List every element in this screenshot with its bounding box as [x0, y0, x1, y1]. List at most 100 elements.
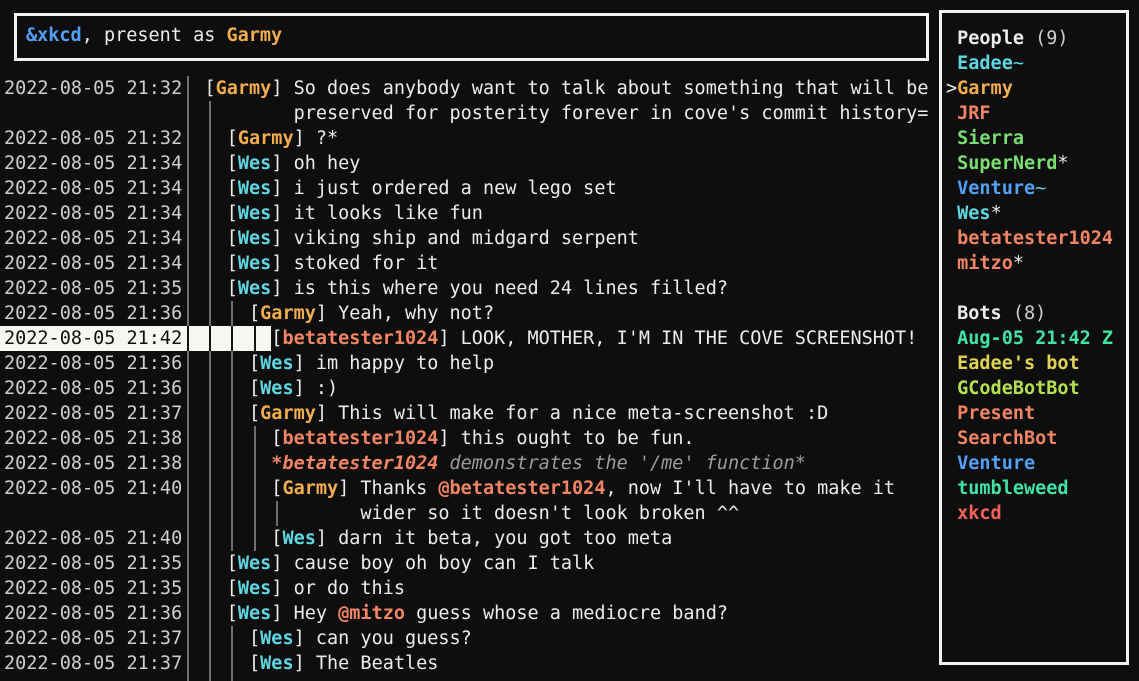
roster-name: Garmy — [957, 78, 1013, 99]
chat-row[interactable]: 2022-08-05 21:34 [Wes] stoked for it — [0, 251, 939, 276]
message-text: i just ordered a new lego set — [294, 178, 617, 199]
roster-item-mitzo[interactable]: mitzo* — [946, 251, 1126, 276]
chat-row[interactable]: 2022-08-05 21:37[Wes] The Beatles — [0, 651, 939, 676]
timestamp: 2022-08-05 21:36 — [4, 601, 182, 626]
nick-text: Wes — [238, 578, 271, 599]
timestamp: 2022-08-05 21:37 — [4, 651, 182, 676]
chat-message: [Wes] viking ship and midgard serpent — [227, 226, 639, 251]
chat-row[interactable]: 2022-08-05 21:37 [Garmy] This will make f… — [0, 401, 939, 426]
roster-name: tumbleweed — [957, 478, 1068, 499]
message-text: viking ship and midgard serpent — [294, 228, 639, 249]
nick-text: Garmy — [260, 403, 316, 424]
chat-row[interactable]: 2022-08-05 21:32[Garmy] So does anybody … — [0, 76, 939, 101]
chat-row[interactable]: 2022-08-05 21:37[Wes] can you guess? — [0, 626, 939, 651]
chat-message: [Wes] stoked for it — [227, 251, 439, 276]
chat-message: [Garmy] This will make for a nice meta-s… — [249, 401, 828, 426]
message-text: ] — [294, 353, 316, 374]
chat-row[interactable]: 2022-08-05 21:36[Wes] im happy to help — [0, 351, 939, 376]
roster-item-betatester1024[interactable]: betatester1024 — [946, 226, 1126, 251]
message-text: ] — [271, 278, 293, 299]
chat-row[interactable]: 2022-08-05 21:34[Wes] oh hey — [0, 151, 939, 176]
chat-row[interactable]: 2022-08-05 21:40[Wes] darn it beta, you … — [0, 526, 939, 551]
timestamp: 2022-08-05 21:37 — [4, 401, 182, 426]
chat-row[interactable]: 2022-08-05 21:36[Wes] Hey @mitzo guess w… — [0, 601, 939, 626]
message-text: preserved for posterity forever in cove'… — [294, 103, 929, 124]
roster-item-xkcd[interactable]: xkcd — [946, 501, 1126, 526]
timestamp: 2022-08-05 21:34 — [4, 251, 182, 276]
message-text: This will make for a nice meta-screensho… — [338, 403, 828, 424]
people-section-header: People (9) — [946, 26, 1126, 51]
indent-space — [946, 103, 957, 124]
message-text: [ — [227, 278, 238, 299]
chat-log: 2022-08-05 21:32[Garmy] So does anybody … — [0, 0, 939, 681]
nick-text: Wes — [282, 528, 315, 549]
message-text: LOOK, MOTHER, I'M IN THE COVE SCREENSHOT… — [461, 328, 918, 349]
roster-item-gcodebotbot[interactable]: GCodeBotBot — [946, 376, 1126, 401]
chat-row[interactable]: 2022-08-05 21:34[Wes] viking ship and mi… — [0, 226, 939, 251]
roster-item-venture[interactable]: Venture — [946, 451, 1126, 476]
chat-row[interactable]: 2022-08-05 21:40 [Garmy] Thanks @betatest… — [0, 476, 939, 501]
message-text: is this where you need 24 lines filled? — [294, 278, 728, 299]
roster-item-jrf[interactable]: JRF — [946, 101, 1126, 126]
roster-item-venture[interactable]: Venture~ — [946, 176, 1126, 201]
timestamp: 2022-08-05 21:40 — [4, 476, 182, 501]
timestamp: 2022-08-05 21:35 — [4, 576, 182, 601]
roster-item-aug-05-21-42-z[interactable]: Aug-05 21:42 Z — [946, 326, 1126, 351]
indent-space — [946, 453, 957, 474]
chat-row[interactable]: 2022-08-05 21:36[Garmy] Yeah, why not? — [0, 301, 939, 326]
bots-count — [1002, 303, 1013, 324]
nick-text: Wes — [238, 153, 271, 174]
timestamp: 2022-08-05 21:38 — [4, 426, 182, 451]
roster-name: SuperNerd — [957, 153, 1057, 174]
roster-item-garmy[interactable]: >Garmy — [946, 76, 1126, 101]
chat-row[interactable]: 2022-08-05 21:32[Garmy] ?* — [0, 126, 939, 151]
chat-row[interactable]: 2022-08-05 21:34[Wes] it looks like fun — [0, 201, 939, 226]
roster-item-present[interactable]: Present — [946, 401, 1126, 426]
chat-row[interactable]: 2022-08-05 21:36[Wes] :) — [0, 376, 939, 401]
channel-header-line: &xkcd, present as Garmy — [26, 23, 282, 48]
message-text: [ — [227, 553, 238, 574]
nick-text: Garmy — [282, 478, 338, 499]
indent-space — [946, 153, 957, 174]
roster-item-eadee-s-bot[interactable]: Eadee's bot — [946, 351, 1126, 376]
nick-text: Wes — [238, 603, 271, 624]
roster-status-suffix: ~ — [1013, 53, 1024, 74]
roster-item-searchbot[interactable]: SearchBot — [946, 426, 1126, 451]
timestamp: 2022-08-05 21:35 — [4, 551, 182, 576]
chat-message: wider so it doesn't look broken ^^ — [360, 501, 739, 526]
roster-name: Aug-05 21:42 Z — [957, 328, 1113, 349]
chat-row[interactable]: 2022-08-05 21:35[Wes] or do this — [0, 576, 939, 601]
roster-item-wes[interactable]: Wes* — [946, 201, 1126, 226]
chat-row[interactable]: 2022-08-05 21:38[betatester1024] this ou… — [0, 426, 939, 451]
message-text: wider so it doesn't look broken ^^ — [360, 503, 739, 524]
message-text: cause boy oh boy can I talk — [294, 553, 595, 574]
chat-row[interactable]: 2022-08-05 21:34[Wes] i just ordered a n… — [0, 176, 939, 201]
indent-space — [946, 478, 957, 499]
roster-name: Eadee — [957, 53, 1013, 74]
roster-item-supernerd[interactable]: SuperNerd* — [946, 151, 1126, 176]
message-text: [ — [271, 478, 282, 499]
chat-row-selected[interactable]: 2022-08-05 21:42[betatester1024] LOOK, M… — [0, 326, 939, 351]
chat-message: [Wes] cause boy oh boy can I talk — [227, 551, 595, 576]
nick-text: Wes — [238, 203, 271, 224]
message-text: ] — [316, 528, 338, 549]
chat-row[interactable]: preserved for posterity forever in cove'… — [0, 101, 939, 126]
chat-row[interactable]: 2022-08-05 21:38*betatester1024 demonstr… — [0, 451, 939, 476]
timestamp: 2022-08-05 21:36 — [4, 301, 182, 326]
roster-status-suffix: * — [991, 203, 1002, 224]
chat-row[interactable]: 2022-08-05 21:35 [Wes] cause boy oh boy c… — [0, 551, 939, 576]
channel-header-text: , present as — [82, 25, 227, 46]
message-text: stoked for it — [294, 253, 439, 274]
timestamp: 2022-08-05 21:34 — [4, 201, 182, 226]
nick-text: Wes — [260, 378, 293, 399]
roster-item-sierra[interactable]: Sierra — [946, 126, 1126, 151]
message-text: ] — [271, 153, 293, 174]
message-text: ] — [271, 553, 293, 574]
chat-message: [Garmy] Thanks @betatester1024, now I'll… — [271, 476, 895, 501]
chat-row[interactable]: 2022-08-05 21:35[Wes] is this where you … — [0, 276, 939, 301]
message-text: [ — [227, 228, 238, 249]
people-title: People — [957, 28, 1024, 49]
chat-row[interactable]: wider so it doesn't look broken ^^ — [0, 501, 939, 526]
roster-item-eadee[interactable]: Eadee~ — [946, 51, 1126, 76]
roster-item-tumbleweed[interactable]: tumbleweed — [946, 476, 1126, 501]
